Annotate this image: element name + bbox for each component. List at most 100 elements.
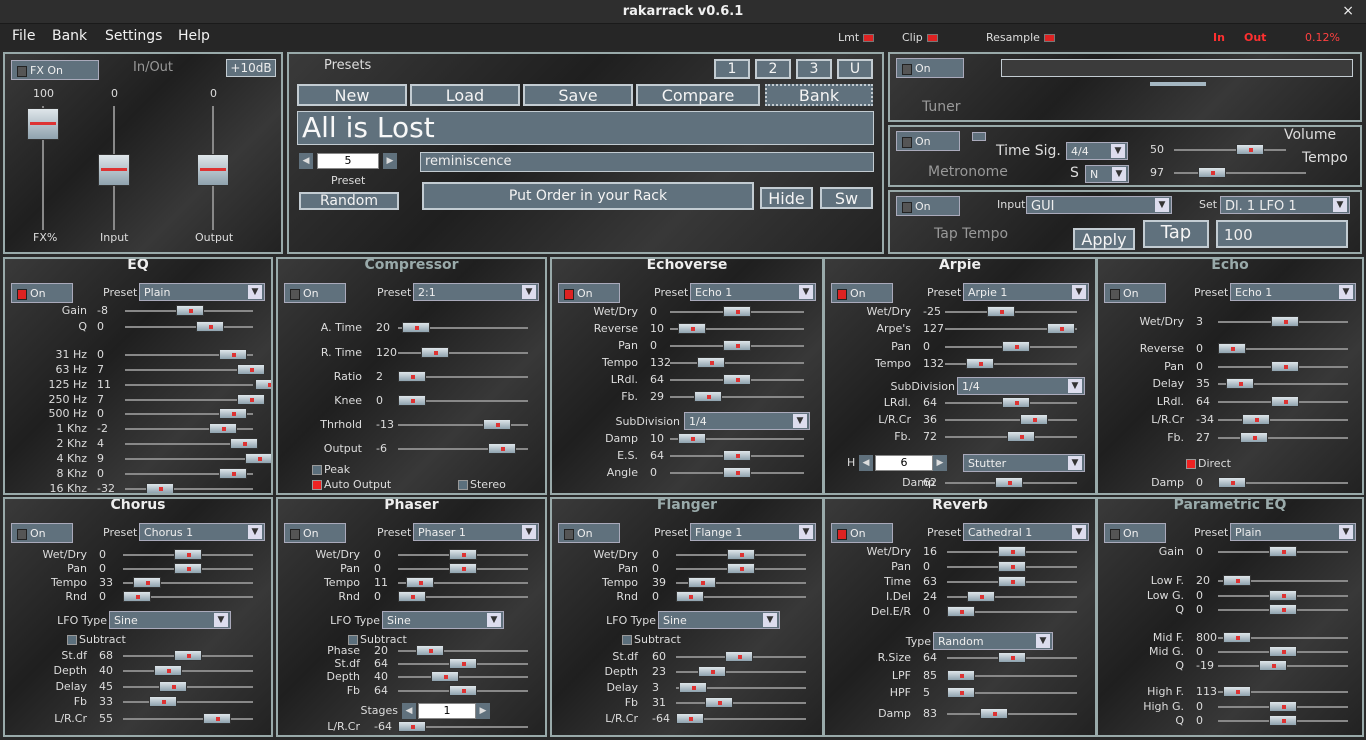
reverb-i-del-slider[interactable]: [947, 591, 1077, 602]
close-icon[interactable]: ×: [1342, 3, 1354, 19]
peq-q-slider-knob[interactable]: [1259, 660, 1287, 671]
flanger-preset-select[interactable]: Flange 1: [690, 523, 816, 541]
reverb-hpf-slider[interactable]: [947, 687, 1077, 698]
echo-l-r-cr-slider[interactable]: [1218, 414, 1348, 425]
tap-input-select[interactable]: GUI: [1026, 196, 1172, 214]
phaser-subtract-checkbox[interactable]: Subtract: [348, 633, 407, 646]
arpie-preset-select[interactable]: Arpie 1: [963, 283, 1089, 301]
eq-500-hz-slider-knob[interactable]: [219, 408, 247, 419]
eq-8-khz-slider-knob[interactable]: [219, 468, 247, 479]
echo-pan-slider[interactable]: [1218, 361, 1348, 372]
phaser-tempo-slider[interactable]: [398, 577, 528, 588]
eq-gain-slider[interactable]: [125, 305, 253, 316]
phaser-depth-slider-knob[interactable]: [431, 671, 459, 682]
echoverse-wet-dry-slider[interactable]: [670, 306, 804, 317]
peq-q-slider[interactable]: [1218, 715, 1348, 726]
flanger-l-r-cr-slider[interactable]: [676, 713, 806, 724]
echo-l-r-cr-slider-knob[interactable]: [1242, 414, 1270, 425]
arpie-h-prev-icon[interactable]: ◀: [859, 455, 873, 471]
compressor-thrhold-slider-knob[interactable]: [483, 419, 511, 430]
compressor-ratio-slider[interactable]: [398, 371, 528, 382]
compressor-output-slider[interactable]: [398, 443, 528, 454]
reverb-r-size-slider-knob[interactable]: [998, 652, 1026, 663]
gain-10db-button[interactable]: +10dB: [226, 59, 276, 77]
chorus-tempo-slider[interactable]: [123, 577, 253, 588]
peq-low-g--slider-knob[interactable]: [1269, 590, 1297, 601]
eq-2-khz-slider[interactable]: [125, 438, 258, 449]
phaser-pan-slider[interactable]: [398, 563, 528, 574]
chorus-pan-slider[interactable]: [123, 563, 253, 574]
flanger-depth-slider-knob[interactable]: [698, 666, 726, 677]
phaser-fb-slider-knob[interactable]: [449, 685, 477, 696]
echoverse-fb--slider[interactable]: [670, 391, 804, 402]
arpie-lrdl--slider-knob[interactable]: [1002, 397, 1030, 408]
eq-q-slider[interactable]: [125, 321, 253, 332]
peq-low-g--slider[interactable]: [1218, 590, 1348, 601]
tap-button[interactable]: Tap: [1143, 220, 1209, 248]
arpie-h-next-icon[interactable]: ▶: [933, 455, 947, 471]
echoverse-damp-slider-knob[interactable]: [678, 433, 706, 444]
peq-low-f--slider[interactable]: [1218, 575, 1348, 586]
peq-mid-f--slider-knob[interactable]: [1223, 632, 1251, 643]
bank-2-button[interactable]: 2: [755, 59, 791, 79]
echo-damp-slider[interactable]: [1218, 477, 1348, 488]
save-button[interactable]: Save: [523, 84, 633, 106]
eq-125-hz-slider[interactable]: [125, 379, 271, 390]
flanger-rnd-slider-knob[interactable]: [676, 591, 704, 602]
echoverse-lrdl--slider[interactable]: [670, 374, 804, 385]
arpie-pan-slider-knob[interactable]: [1002, 341, 1030, 352]
arpie-l-r-cr-slider[interactable]: [945, 414, 1077, 425]
chorus-lfo-select[interactable]: Sine: [109, 611, 231, 629]
compressor-knee-slider[interactable]: [398, 395, 528, 406]
eq-31-hz-slider[interactable]: [125, 349, 253, 360]
chorus-wet-dry-slider[interactable]: [123, 549, 253, 560]
menu-bank[interactable]: Bank: [52, 28, 87, 44]
flanger-st-df-slider-knob[interactable]: [725, 651, 753, 662]
chorus-l-r-cr-slider[interactable]: [123, 713, 253, 724]
chorus-subtract-checkbox[interactable]: Subtract: [67, 633, 126, 646]
arpie-damp-slider-knob[interactable]: [995, 477, 1023, 488]
menu-help[interactable]: Help: [178, 28, 210, 44]
peq-mid-g--slider-knob[interactable]: [1269, 646, 1297, 657]
chorus-depth-slider[interactable]: [123, 665, 253, 676]
phaser-on-toggle[interactable]: On: [284, 523, 346, 543]
fx-on-toggle[interactable]: FX On: [11, 60, 99, 80]
compressor-r-time-slider-knob[interactable]: [421, 347, 449, 358]
eq-1-khz-slider-knob[interactable]: [209, 423, 237, 434]
apply-button[interactable]: Apply: [1073, 228, 1135, 250]
chorus-preset-select[interactable]: Chorus 1: [139, 523, 265, 541]
chorus-delay-slider[interactable]: [123, 681, 253, 692]
phaser-depth-slider[interactable]: [398, 671, 528, 682]
arpie-on-toggle[interactable]: On: [831, 283, 893, 303]
peq-gain-slider[interactable]: [1218, 546, 1348, 557]
compressor-r-time-slider[interactable]: [398, 347, 528, 358]
reverb-preset-select[interactable]: Cathedral 1: [963, 523, 1089, 541]
eq-250-hz-slider-knob[interactable]: [237, 394, 265, 405]
flanger-st-df-slider[interactable]: [676, 651, 806, 662]
chorus-fb-slider-knob[interactable]: [149, 696, 177, 707]
compressor-ratio-slider-knob[interactable]: [398, 371, 426, 382]
flanger-fb-slider-knob[interactable]: [705, 697, 733, 708]
echo-damp-slider-knob[interactable]: [1218, 477, 1246, 488]
load-button[interactable]: Load: [410, 84, 520, 106]
phaser-fb-slider[interactable]: [398, 685, 528, 696]
peq-high-f--slider[interactable]: [1218, 686, 1348, 697]
phaser-rnd-slider-knob[interactable]: [398, 591, 426, 602]
arpie-l-r-cr-slider-knob[interactable]: [1020, 414, 1048, 425]
peq-q-slider-knob[interactable]: [1269, 715, 1297, 726]
eq-on-toggle[interactable]: On: [11, 283, 73, 303]
reverb-time-slider-knob[interactable]: [998, 576, 1026, 587]
chorus-pan-slider-knob[interactable]: [174, 563, 202, 574]
eq-16-khz-slider-knob[interactable]: [146, 483, 174, 493]
peq-low-f--slider-knob[interactable]: [1223, 575, 1251, 586]
echoverse-pan-slider[interactable]: [670, 340, 804, 351]
peq-q-slider[interactable]: [1218, 660, 1348, 671]
eq-63-hz-slider[interactable]: [125, 364, 265, 375]
phaser-st-df-slider-knob[interactable]: [449, 658, 477, 669]
reverb-lpf-slider[interactable]: [947, 670, 1077, 681]
peq-high-g--slider-knob[interactable]: [1269, 701, 1297, 712]
peq-mid-g--slider[interactable]: [1218, 646, 1348, 657]
flanger-delay-slider-knob[interactable]: [679, 682, 707, 693]
chorus-tempo-slider-knob[interactable]: [133, 577, 161, 588]
flanger-rnd-slider[interactable]: [676, 591, 806, 602]
